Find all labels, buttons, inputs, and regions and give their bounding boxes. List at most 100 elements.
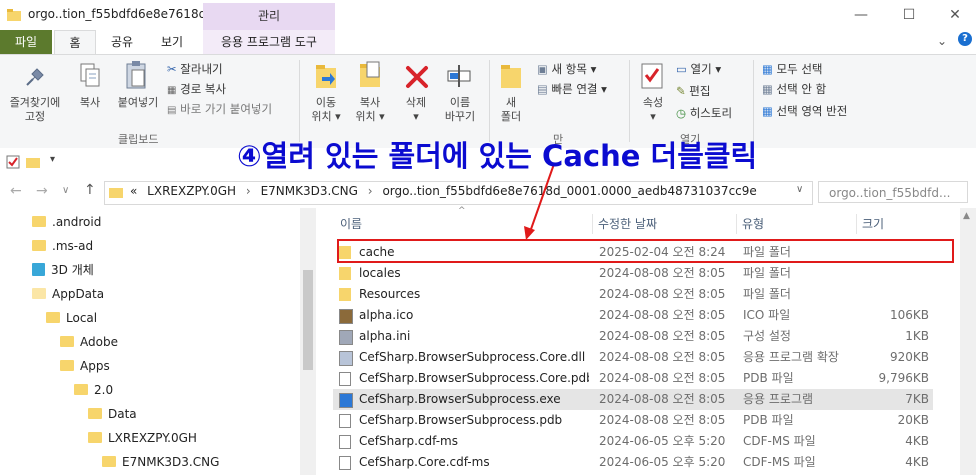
nav-item[interactable]: Apps xyxy=(0,354,300,378)
column-divider[interactable] xyxy=(736,214,737,234)
column-header-size[interactable]: 크기 xyxy=(862,214,884,234)
breadcrumb-separator-icon[interactable]: › xyxy=(368,184,373,198)
new-item-button[interactable]: ▣ 새 항목 ▾ xyxy=(537,60,596,78)
up-arrow-icon[interactable]: ↑ xyxy=(84,182,96,198)
file-size: 1KB xyxy=(905,329,929,343)
file-row[interactable]: CefSharp.cdf-ms 2024-06-05 오후 5:20 CDF-MS … xyxy=(333,431,933,452)
search-input[interactable]: orgo..tion_f55bdfd... xyxy=(818,181,968,203)
invert-selection-button[interactable]: ▦ 선택 영역 반전 xyxy=(762,102,847,120)
nav-item[interactable]: E7NMK3D3.CNG xyxy=(0,450,300,474)
help-icon[interactable]: ? xyxy=(958,32,972,46)
file-row[interactable]: CefSharp.BrowserSubprocess.Core.dll 2024-… xyxy=(333,347,933,368)
file-row[interactable]: CefSharp.BrowserSubprocess.exe 2024-08-08… xyxy=(333,389,933,410)
properties-check-icon[interactable] xyxy=(6,155,20,169)
file-type: PDB 파일 xyxy=(743,371,794,385)
paste-shortcut-button[interactable]: ▤ 바로 가기 붙여넣기 xyxy=(167,100,272,118)
pin-quick-access-button[interactable]: 즐겨찾기에 고정 xyxy=(4,96,66,124)
file-date: 2024-08-08 오전 8:05 xyxy=(599,413,726,427)
recent-locations-icon[interactable]: ∨ xyxy=(62,185,69,196)
nav-item[interactable]: .android xyxy=(0,210,300,234)
nav-item[interactable]: Data xyxy=(0,402,300,426)
nav-item[interactable]: .ms-ad xyxy=(0,234,300,258)
file-name: Resources xyxy=(359,287,421,301)
column-header-date[interactable]: 수정한 날짜 xyxy=(598,214,657,234)
qat-dropdown-icon[interactable]: ▾ xyxy=(50,154,55,165)
context-tab-header: 관리 xyxy=(203,3,335,30)
scroll-up-icon[interactable]: ▲ xyxy=(963,211,970,221)
maximize-button[interactable]: ☐ xyxy=(886,0,932,30)
ribbon-separator xyxy=(753,60,754,142)
nav-item[interactable]: 2.0 xyxy=(0,378,300,402)
close-button[interactable]: ✕ xyxy=(932,0,976,30)
file-date: 2024-08-08 오전 8:05 xyxy=(599,392,726,406)
breadcrumb-overflow[interactable]: « xyxy=(130,184,137,198)
tab-app-tools[interactable]: 응용 프로그램 도구 xyxy=(203,30,335,54)
nav-item[interactable]: AppData xyxy=(0,282,300,306)
paste-button[interactable]: 붙여넣기 xyxy=(112,96,164,110)
select-none-button[interactable]: ▦ 선택 안 함 xyxy=(762,80,826,98)
properties-button[interactable]: 속성 ▾ xyxy=(636,96,670,124)
nav-item-label: E7NMK3D3.CNG xyxy=(122,455,220,469)
easy-access-button[interactable]: ▤ 빠른 연결 ▾ xyxy=(537,80,607,98)
minimize-button[interactable]: — xyxy=(838,0,884,30)
file-row[interactable]: CefSharp.BrowserSubprocess.pdb 2024-08-08… xyxy=(333,410,933,431)
move-to-button[interactable]: 이동 위치 ▾ xyxy=(306,96,346,124)
file-row[interactable]: Resources 2024-08-08 오전 8:05 파일 폴더 xyxy=(333,284,933,305)
copy-path-button[interactable]: ▦ 경로 복사 xyxy=(167,80,226,98)
rename-button[interactable]: 이름 바꾸기 xyxy=(440,96,480,124)
cut-button[interactable]: ✂ 잘라내기 xyxy=(167,60,223,78)
column-divider[interactable] xyxy=(856,214,857,234)
tab-view[interactable]: 보기 xyxy=(152,30,192,54)
file-row[interactable]: alpha.ini 2024-08-08 오전 8:05 구성 설정 1KB xyxy=(333,326,933,347)
history-button[interactable]: ◷ 히스토리 xyxy=(676,104,732,122)
nav-item[interactable]: 3D 개체 xyxy=(0,258,300,282)
breadcrumb-item[interactable]: LXREXZPY.0GH xyxy=(147,184,236,198)
nav-item-label: LXREXZPY.0GH xyxy=(108,431,197,445)
folder-icon xyxy=(46,312,60,323)
file-type: 응용 프로그램 xyxy=(743,392,814,406)
select-all-button[interactable]: ▦ 모두 선택 xyxy=(762,60,823,78)
close-icon: ✕ xyxy=(949,7,961,23)
nav-item-label: 3D 개체 xyxy=(51,263,94,277)
file-row[interactable]: CefSharp.BrowserSubprocess.Core.pdb 2024-… xyxy=(333,368,933,389)
nav-item[interactable]: LXREXZPY.0GH xyxy=(0,426,300,450)
file-type: CDF-MS 파일 xyxy=(743,434,816,448)
breadcrumb-item[interactable]: orgo..tion_f55bdfd6e8e7618d_0001.0000_ae… xyxy=(382,184,756,198)
edit-button[interactable]: ✎ 편집 xyxy=(676,82,710,100)
file-date: 2024-06-05 오후 5:20 xyxy=(599,455,726,469)
tab-home[interactable]: 홈 xyxy=(54,30,96,54)
file-name: CefSharp.cdf-ms xyxy=(359,434,458,448)
column-header-name[interactable]: 이름 xyxy=(340,214,362,234)
breadcrumb-separator-icon[interactable]: › xyxy=(246,184,251,198)
nav-scrollbar-thumb[interactable] xyxy=(303,270,313,370)
new-folder-button[interactable]: 새 폴더 xyxy=(494,96,528,124)
column-divider[interactable] xyxy=(592,214,593,234)
file-row[interactable]: alpha.ico 2024-08-08 오전 8:05 ICO 파일 106KB xyxy=(333,305,933,326)
nav-item[interactable]: Local xyxy=(0,306,300,330)
back-arrow-icon[interactable]: ← xyxy=(10,183,22,199)
forward-arrow-icon[interactable]: → xyxy=(36,183,48,199)
tab-file[interactable]: 파일 xyxy=(0,30,52,54)
file-row[interactable]: CefSharp.Core.cdf-ms 2024-06-05 오후 5:20 CD… xyxy=(333,452,933,473)
delete-button[interactable]: 삭제 ▾ xyxy=(398,96,434,124)
file-type: CDF-MS 파일 xyxy=(743,455,816,469)
address-dropdown-icon[interactable]: ∨ xyxy=(796,184,803,195)
collapse-ribbon-icon[interactable]: ⌄ xyxy=(937,34,947,48)
file-list-scrollbar[interactable] xyxy=(960,208,976,475)
breadcrumb-item[interactable]: E7NMK3D3.CNG xyxy=(261,184,358,198)
doc-icon xyxy=(339,435,351,449)
file-row[interactable]: locales 2024-08-08 오전 8:05 파일 폴더 xyxy=(333,263,933,284)
copy-to-button[interactable]: 복사 위치 ▾ xyxy=(350,96,390,124)
nav-item-label: AppData xyxy=(52,287,105,301)
nav-item-label: Data xyxy=(108,407,137,421)
minimize-icon: — xyxy=(854,7,868,23)
invert-selection-label: 선택 영역 반전 xyxy=(776,104,848,118)
nav-item[interactable]: Adobe xyxy=(0,330,300,354)
paste-icon xyxy=(126,61,146,89)
copy-button[interactable]: 복사 xyxy=(72,96,108,110)
qat-folder-icon[interactable] xyxy=(26,156,40,168)
column-header-type[interactable]: 유형 xyxy=(742,214,764,234)
tab-share[interactable]: 공유 xyxy=(104,30,140,54)
open-button[interactable]: ▭ 열기 ▾ xyxy=(676,60,721,78)
image-icon xyxy=(339,309,353,324)
